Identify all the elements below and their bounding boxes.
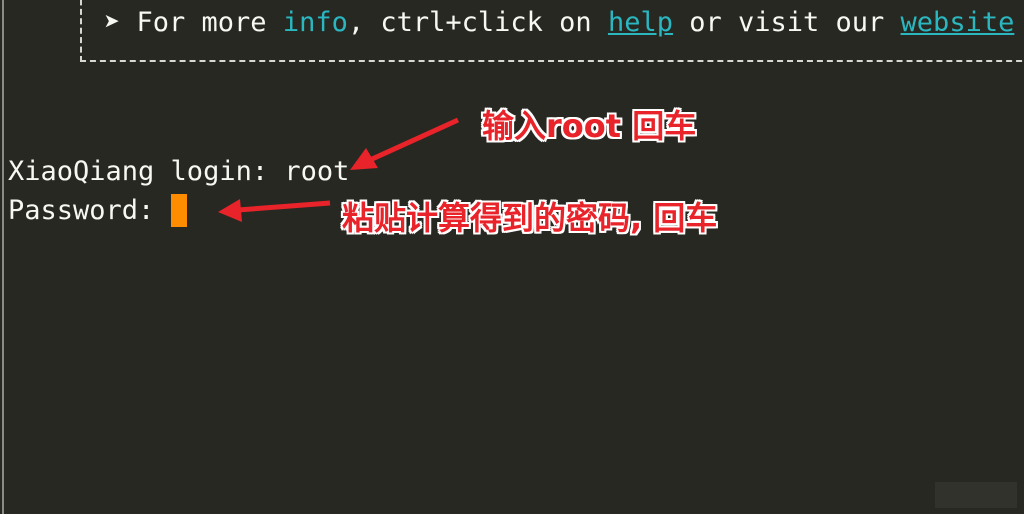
annotation-arrows (218, 117, 460, 222)
watermark-logo (935, 482, 1017, 508)
arrow-icon (350, 117, 460, 170)
password-annotation: 粘贴计算得到的密码, 回车 (342, 199, 718, 237)
login-annotation: 输入root 回车 (482, 107, 697, 145)
arrow-icon (218, 199, 331, 222)
